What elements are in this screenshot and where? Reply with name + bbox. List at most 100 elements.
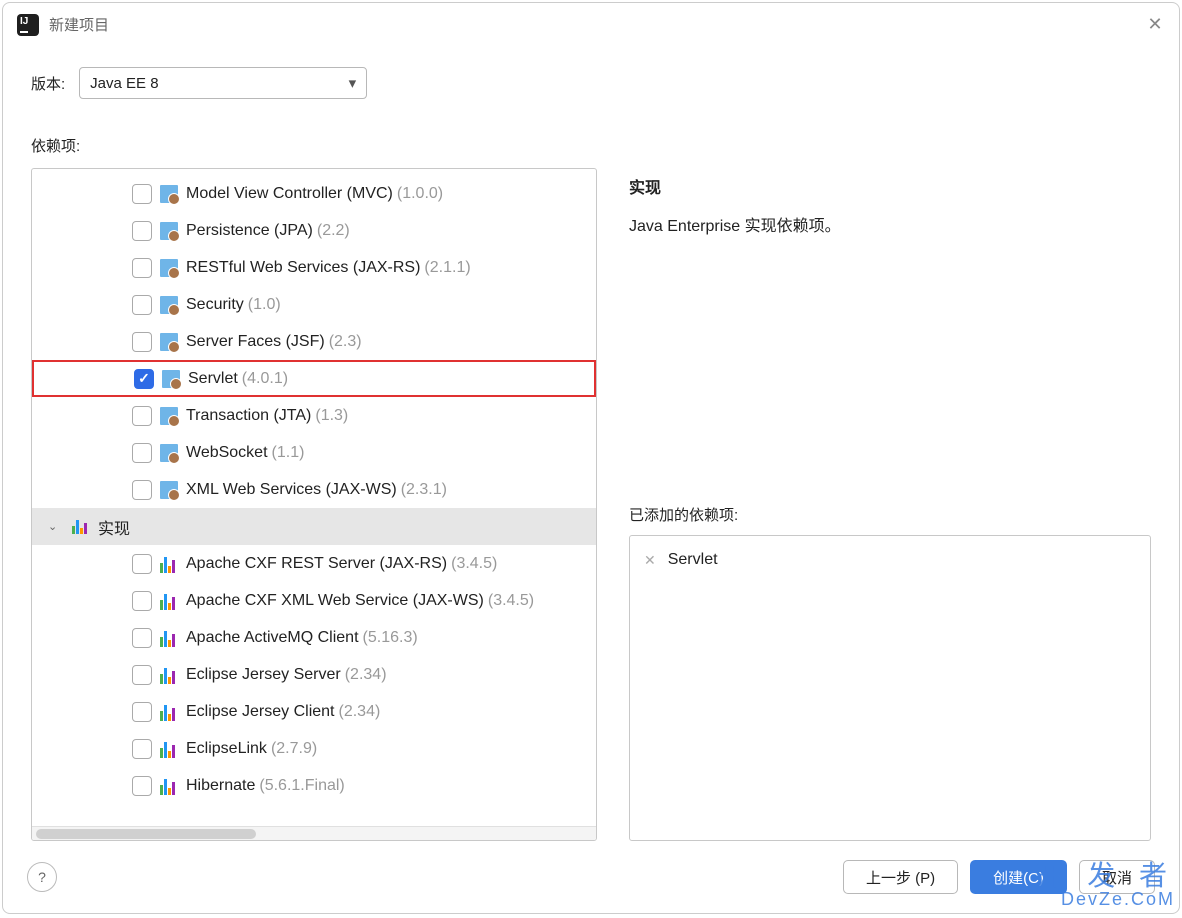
dependency-checkbox[interactable] (132, 628, 152, 648)
dependency-label: EclipseLink (186, 740, 267, 758)
tree-item[interactable]: Model View Controller (MVC)(1.0.0) (32, 175, 596, 212)
dependency-checkbox[interactable] (132, 480, 152, 500)
tree-group-header[interactable]: ⌄实现 (32, 508, 596, 545)
dependencies-tree: Model View Controller (MVC)(1.0.0)Persis… (31, 168, 597, 841)
dependency-label: Eclipse Jersey Server (186, 666, 341, 684)
dependency-label: WebSocket (186, 444, 268, 462)
tree-item[interactable]: Security(1.0) (32, 286, 596, 323)
dependency-version: (2.34) (345, 666, 387, 684)
dialog-content: 版本: Java EE 8 ▾ 依赖项: Model View Controll… (3, 47, 1179, 841)
dependency-version: (1.1) (272, 444, 305, 462)
dependency-label: Apache CXF REST Server (JAX-RS) (186, 555, 447, 573)
implementation-icon (160, 666, 178, 684)
tree-item[interactable]: Eclipse Jersey Server(2.34) (32, 656, 596, 693)
implementation-icon (160, 777, 178, 795)
dependency-version: (2.1.1) (424, 259, 470, 277)
remove-icon[interactable]: ✕ (644, 552, 656, 569)
tree-item[interactable]: Servlet(4.0.1) (32, 360, 596, 397)
dependency-checkbox[interactable] (132, 258, 152, 278)
version-label: 版本: (31, 73, 65, 94)
dependencies-label: 依赖项: (31, 135, 1151, 156)
dependency-version: (5.6.1.Final) (259, 777, 344, 795)
dependency-checkbox[interactable] (132, 406, 152, 426)
dependency-label: Security (186, 296, 244, 314)
dependency-label: Servlet (188, 370, 238, 388)
help-button[interactable]: ? (27, 862, 57, 892)
tree-item[interactable]: Hibernate(5.6.1.Final) (32, 767, 596, 804)
dependency-version: (4.0.1) (242, 370, 288, 388)
tree-item[interactable]: Eclipse Jersey Client(2.34) (32, 693, 596, 730)
dependency-label: Transaction (JTA) (186, 407, 311, 425)
dependency-checkbox[interactable] (132, 554, 152, 574)
specification-icon (160, 296, 178, 314)
tree-item[interactable]: Transaction (JTA)(1.3) (32, 397, 596, 434)
dependency-checkbox[interactable] (132, 776, 152, 796)
create-button[interactable]: 创建(C) (970, 860, 1067, 894)
tree-scroll[interactable]: Model View Controller (MVC)(1.0.0)Persis… (32, 169, 596, 826)
specification-icon (160, 185, 178, 203)
dependency-label: Eclipse Jersey Client (186, 703, 335, 721)
added-dep-item[interactable]: ✕ Servlet (644, 546, 1136, 574)
specification-icon (160, 333, 178, 351)
titlebar: 新建项目 ✕ (3, 3, 1179, 47)
dependency-checkbox[interactable] (132, 295, 152, 315)
implementation-icon (160, 629, 178, 647)
tree-item[interactable]: Server Faces (JSF)(2.3) (32, 323, 596, 360)
dependency-version: (2.3) (329, 333, 362, 351)
dependency-version: (3.4.5) (488, 592, 534, 610)
cancel-button[interactable]: 取消 (1079, 860, 1155, 894)
version-value: Java EE 8 (90, 75, 158, 92)
new-project-dialog: 新建项目 ✕ 版本: Java EE 8 ▾ 依赖项: Model View C… (2, 2, 1180, 914)
dependency-version: (2.3.1) (401, 481, 447, 499)
main-row: Model View Controller (MVC)(1.0.0)Persis… (31, 168, 1151, 841)
dependency-checkbox[interactable] (134, 369, 154, 389)
specification-icon (160, 222, 178, 240)
specification-icon (160, 481, 178, 499)
added-deps-label: 已添加的依赖项: (629, 504, 1151, 525)
implementations-group-icon (72, 520, 90, 534)
tree-item[interactable]: EclipseLink(2.7.9) (32, 730, 596, 767)
dependency-checkbox[interactable] (132, 591, 152, 611)
dependency-version: (1.0.0) (397, 185, 443, 203)
dialog-footer: ? 上一步 (P) 创建(C) 取消 (3, 841, 1179, 913)
chevron-down-icon: ▾ (349, 74, 357, 92)
implementation-icon (160, 592, 178, 610)
tree-item[interactable]: Apache CXF XML Web Service (JAX-WS)(3.4.… (32, 582, 596, 619)
dependency-label: Server Faces (JSF) (186, 333, 325, 351)
horizontal-scrollbar[interactable] (32, 826, 596, 840)
implementation-icon (160, 703, 178, 721)
tree-item[interactable]: Persistence (JPA)(2.2) (32, 212, 596, 249)
close-icon[interactable]: ✕ (1145, 15, 1165, 35)
version-select[interactable]: Java EE 8 ▾ (79, 67, 367, 99)
dependency-version: (2.34) (339, 703, 381, 721)
tree-item[interactable]: RESTful Web Services (JAX-RS)(2.1.1) (32, 249, 596, 286)
specification-icon (160, 407, 178, 425)
dependency-label: Hibernate (186, 777, 255, 795)
added-deps-panel: ✕ Servlet (629, 535, 1151, 841)
version-row: 版本: Java EE 8 ▾ (31, 67, 1151, 99)
dependency-checkbox[interactable] (132, 184, 152, 204)
dependency-label: RESTful Web Services (JAX-RS) (186, 259, 420, 277)
detail-description: Java Enterprise 实现依赖项。 (629, 212, 1151, 236)
back-button[interactable]: 上一步 (P) (843, 860, 958, 894)
dependency-checkbox[interactable] (132, 665, 152, 685)
dependency-label: Model View Controller (MVC) (186, 185, 393, 203)
tree-item[interactable]: Apache CXF REST Server (JAX-RS)(3.4.5) (32, 545, 596, 582)
dependency-label: Apache CXF XML Web Service (JAX-WS) (186, 592, 484, 610)
dependency-label: XML Web Services (JAX-WS) (186, 481, 397, 499)
dependency-checkbox[interactable] (132, 702, 152, 722)
group-label: 实现 (98, 515, 130, 539)
detail-title: 实现 (629, 174, 1151, 198)
dependency-checkbox[interactable] (132, 221, 152, 241)
dependency-version: (3.4.5) (451, 555, 497, 573)
dependency-checkbox[interactable] (132, 332, 152, 352)
dialog-title: 新建项目 (49, 14, 109, 35)
dependency-label: Apache ActiveMQ Client (186, 629, 359, 647)
dependency-label: Persistence (JPA) (186, 222, 313, 240)
tree-item[interactable]: WebSocket(1.1) (32, 434, 596, 471)
dependency-checkbox[interactable] (132, 443, 152, 463)
tree-item[interactable]: Apache ActiveMQ Client(5.16.3) (32, 619, 596, 656)
tree-item[interactable]: XML Web Services (JAX-WS)(2.3.1) (32, 471, 596, 508)
dependency-checkbox[interactable] (132, 739, 152, 759)
added-dep-label: Servlet (668, 551, 718, 569)
